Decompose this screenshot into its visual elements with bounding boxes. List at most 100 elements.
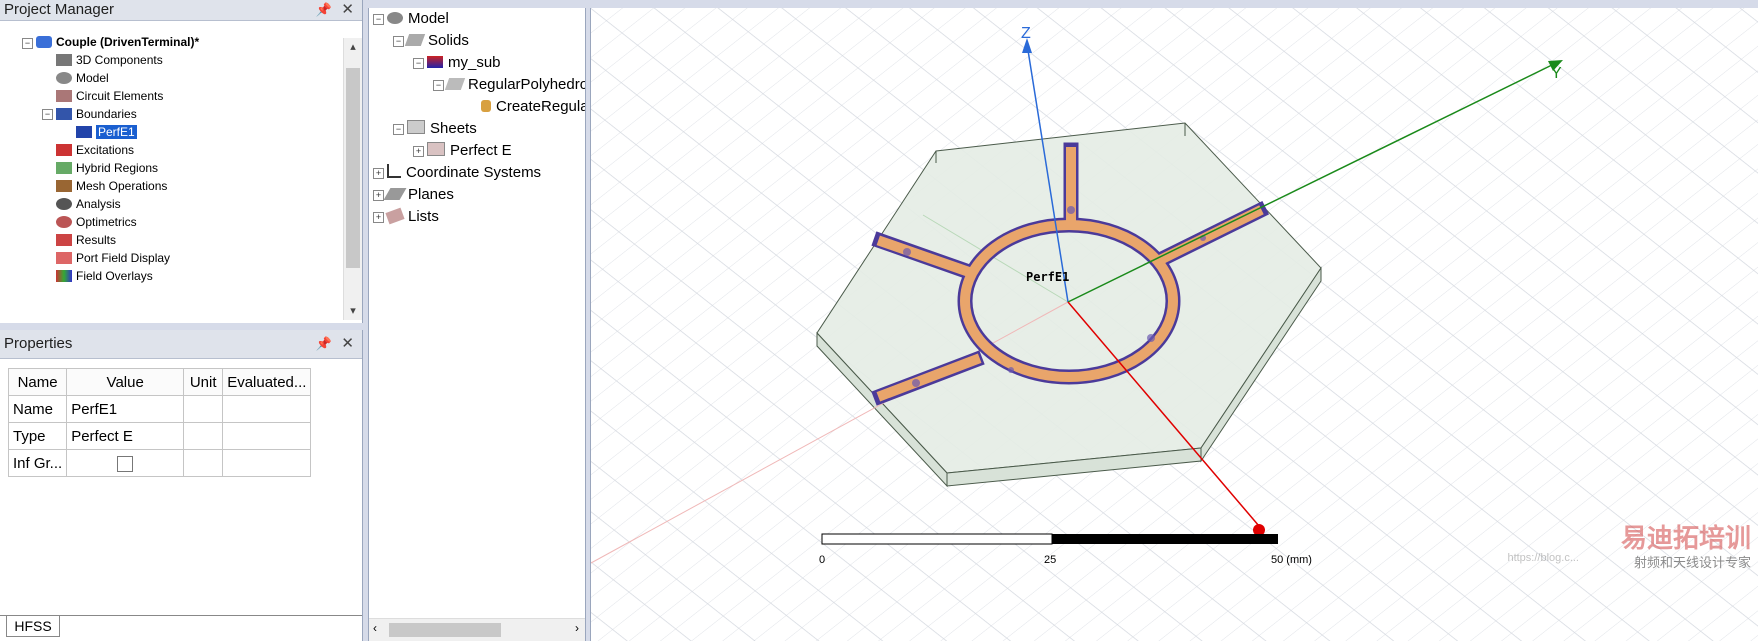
collapse-icon[interactable]: − [42,109,53,120]
tree-item-coordinate-systems[interactable]: Coordinate Systems [387,162,541,184]
properties-table: Name Value Unit Evaluated... Name PerfE1… [7,368,312,477]
property-name: Inf Gr... [7,449,68,477]
collapse-icon[interactable]: − [373,14,384,25]
tree-item-hybrid-regions[interactable]: Hybrid Regions [56,158,158,178]
tree-item-analysis[interactable]: Analysis [56,194,121,214]
property-name: Type [7,422,68,450]
close-icon[interactable]: ✕ [341,0,354,20]
component-icon [56,54,72,66]
collapse-icon[interactable]: − [393,124,404,135]
table-header-row: Name Value Unit Evaluated... [7,368,312,396]
column-header[interactable]: Unit [183,368,224,396]
property-value[interactable] [66,449,185,477]
planes-icon [383,188,407,200]
modeler-viewport[interactable]: Z Y PerfE1 0 25 50 (mm) 易迪拓培训 射频和天线设计专家 … [590,8,1758,641]
scrollbar-thumb[interactable] [346,68,360,268]
scroll-up-icon[interactable]: ▴ [344,40,362,54]
expand-icon[interactable]: + [373,168,384,179]
tree-item-sheets[interactable]: Sheets [407,118,477,140]
tree-item-field-overlays[interactable]: Field Overlays [56,266,153,286]
material-icon [427,56,443,68]
tree-item-results[interactable]: Results [56,230,116,250]
tree-item-optimetrics[interactable]: Optimetrics [56,212,137,232]
expand-icon[interactable]: + [413,146,424,157]
tree-item-model[interactable]: Model [387,8,449,30]
collapse-icon[interactable]: − [393,36,404,47]
tree-item-boundaries[interactable]: Boundaries [56,104,137,124]
property-value[interactable]: Perfect E [66,422,185,450]
tree-item-excitations[interactable]: Excitations [56,140,134,160]
pin-icon[interactable]: 📌 [316,330,332,358]
tree-item-create-regular-polyhedron[interactable]: CreateRegularPolyhedron [481,96,585,118]
analysis-icon [56,198,72,210]
viewport-canvas[interactable]: Z Y PerfE1 0 25 50 (mm) [591,8,1758,641]
scale-tick: 0 [819,554,825,566]
tree-item-my-sub[interactable]: my_sub [427,52,501,74]
table-row[interactable]: Inf Gr... [7,449,312,477]
project-manager-title-bar: Project Manager 📌 ✕ [0,0,362,21]
tree-item-model[interactable]: Model [56,68,109,88]
perfe-icon [76,126,92,138]
solid-object-icon [444,78,466,90]
project-manager-panel: Project Manager 📌 ✕ − Couple (DrivenTerm… [0,0,363,323]
close-icon[interactable]: ✕ [341,330,354,358]
property-unit [183,422,224,450]
expand-icon[interactable]: + [373,212,384,223]
field-overlay-icon [56,270,72,282]
column-header[interactable]: Value [66,368,185,396]
results-icon [56,234,72,246]
table-row[interactable]: Type Perfect E [7,422,312,450]
port-field-icon [56,252,72,264]
y-axis-label: Y [1551,65,1562,82]
properties-title: Properties [4,335,73,352]
tree-item-circuit-elements[interactable]: Circuit Elements [56,86,163,106]
lists-icon [385,207,405,225]
watermark-logo: 易迪拓培训 [1620,524,1751,554]
watermark-url: https://blog.c... [1507,552,1579,564]
inf-ground-checkbox[interactable] [117,455,134,472]
hfss-design-icon [36,36,52,48]
tree-item-design[interactable]: Couple (DrivenTerminal)* [36,32,199,52]
model-tree-horizontal-scrollbar[interactable]: ‹ › [369,618,585,641]
scroll-right-icon[interactable]: › [575,621,579,635]
hybrid-icon [56,162,72,174]
project-tree: − Couple (DrivenTerminal)* 3D Components… [0,35,340,318]
tree-item-3d-components[interactable]: 3D Components [56,50,163,70]
boundary-icon [56,108,72,120]
collapse-icon[interactable]: − [433,80,444,91]
cylinder-icon [481,100,491,112]
property-evaluated [222,449,312,477]
tree-item-perfect-e[interactable]: Perfect E [427,140,512,162]
coordinate-system-icon [387,164,401,178]
property-value[interactable]: PerfE1 [66,395,185,423]
circuit-icon [56,90,72,102]
scroll-down-icon[interactable]: ▾ [344,304,362,318]
scroll-left-icon[interactable]: ‹ [373,621,377,635]
model-tree-panel: − Model − Solids − my_sub − RegularPolyh… [368,8,586,641]
properties-panel: Properties 📌 ✕ Name Value Unit Evaluated… [0,330,363,641]
tree-item-mesh-operations[interactable]: Mesh Operations [56,176,167,196]
tree-item-perfe1[interactable]: PerfE1 [76,122,137,142]
model-icon [56,72,72,84]
property-unit [183,449,224,477]
z-axis-label: Z [1021,25,1031,42]
collapse-icon[interactable]: − [22,38,33,49]
tree-item-lists[interactable]: Lists [385,206,439,228]
tree-item-solids[interactable]: Solids [404,30,469,52]
scale-tick: 50 (mm) [1271,554,1312,566]
column-header[interactable]: Name [7,368,68,396]
model-icon [387,12,403,24]
column-header[interactable]: Evaluated... [222,368,312,396]
tree-item-planes[interactable]: Planes [383,184,454,206]
pin-icon[interactable]: 📌 [316,0,332,20]
property-unit [183,395,224,423]
table-row[interactable]: Name PerfE1 [7,395,312,423]
property-evaluated [222,422,312,450]
scale-tick: 25 [1044,554,1056,566]
project-tree-scrollbar[interactable]: ▴ ▾ [343,38,362,320]
collapse-icon[interactable]: − [413,58,424,69]
scrollbar-thumb[interactable] [389,623,501,637]
tab-hfss[interactable]: HFSS [6,616,60,637]
tree-item-regularpolyhedron[interactable]: RegularPolyhedron [444,74,585,96]
tree-item-port-field-display[interactable]: Port Field Display [56,248,170,268]
